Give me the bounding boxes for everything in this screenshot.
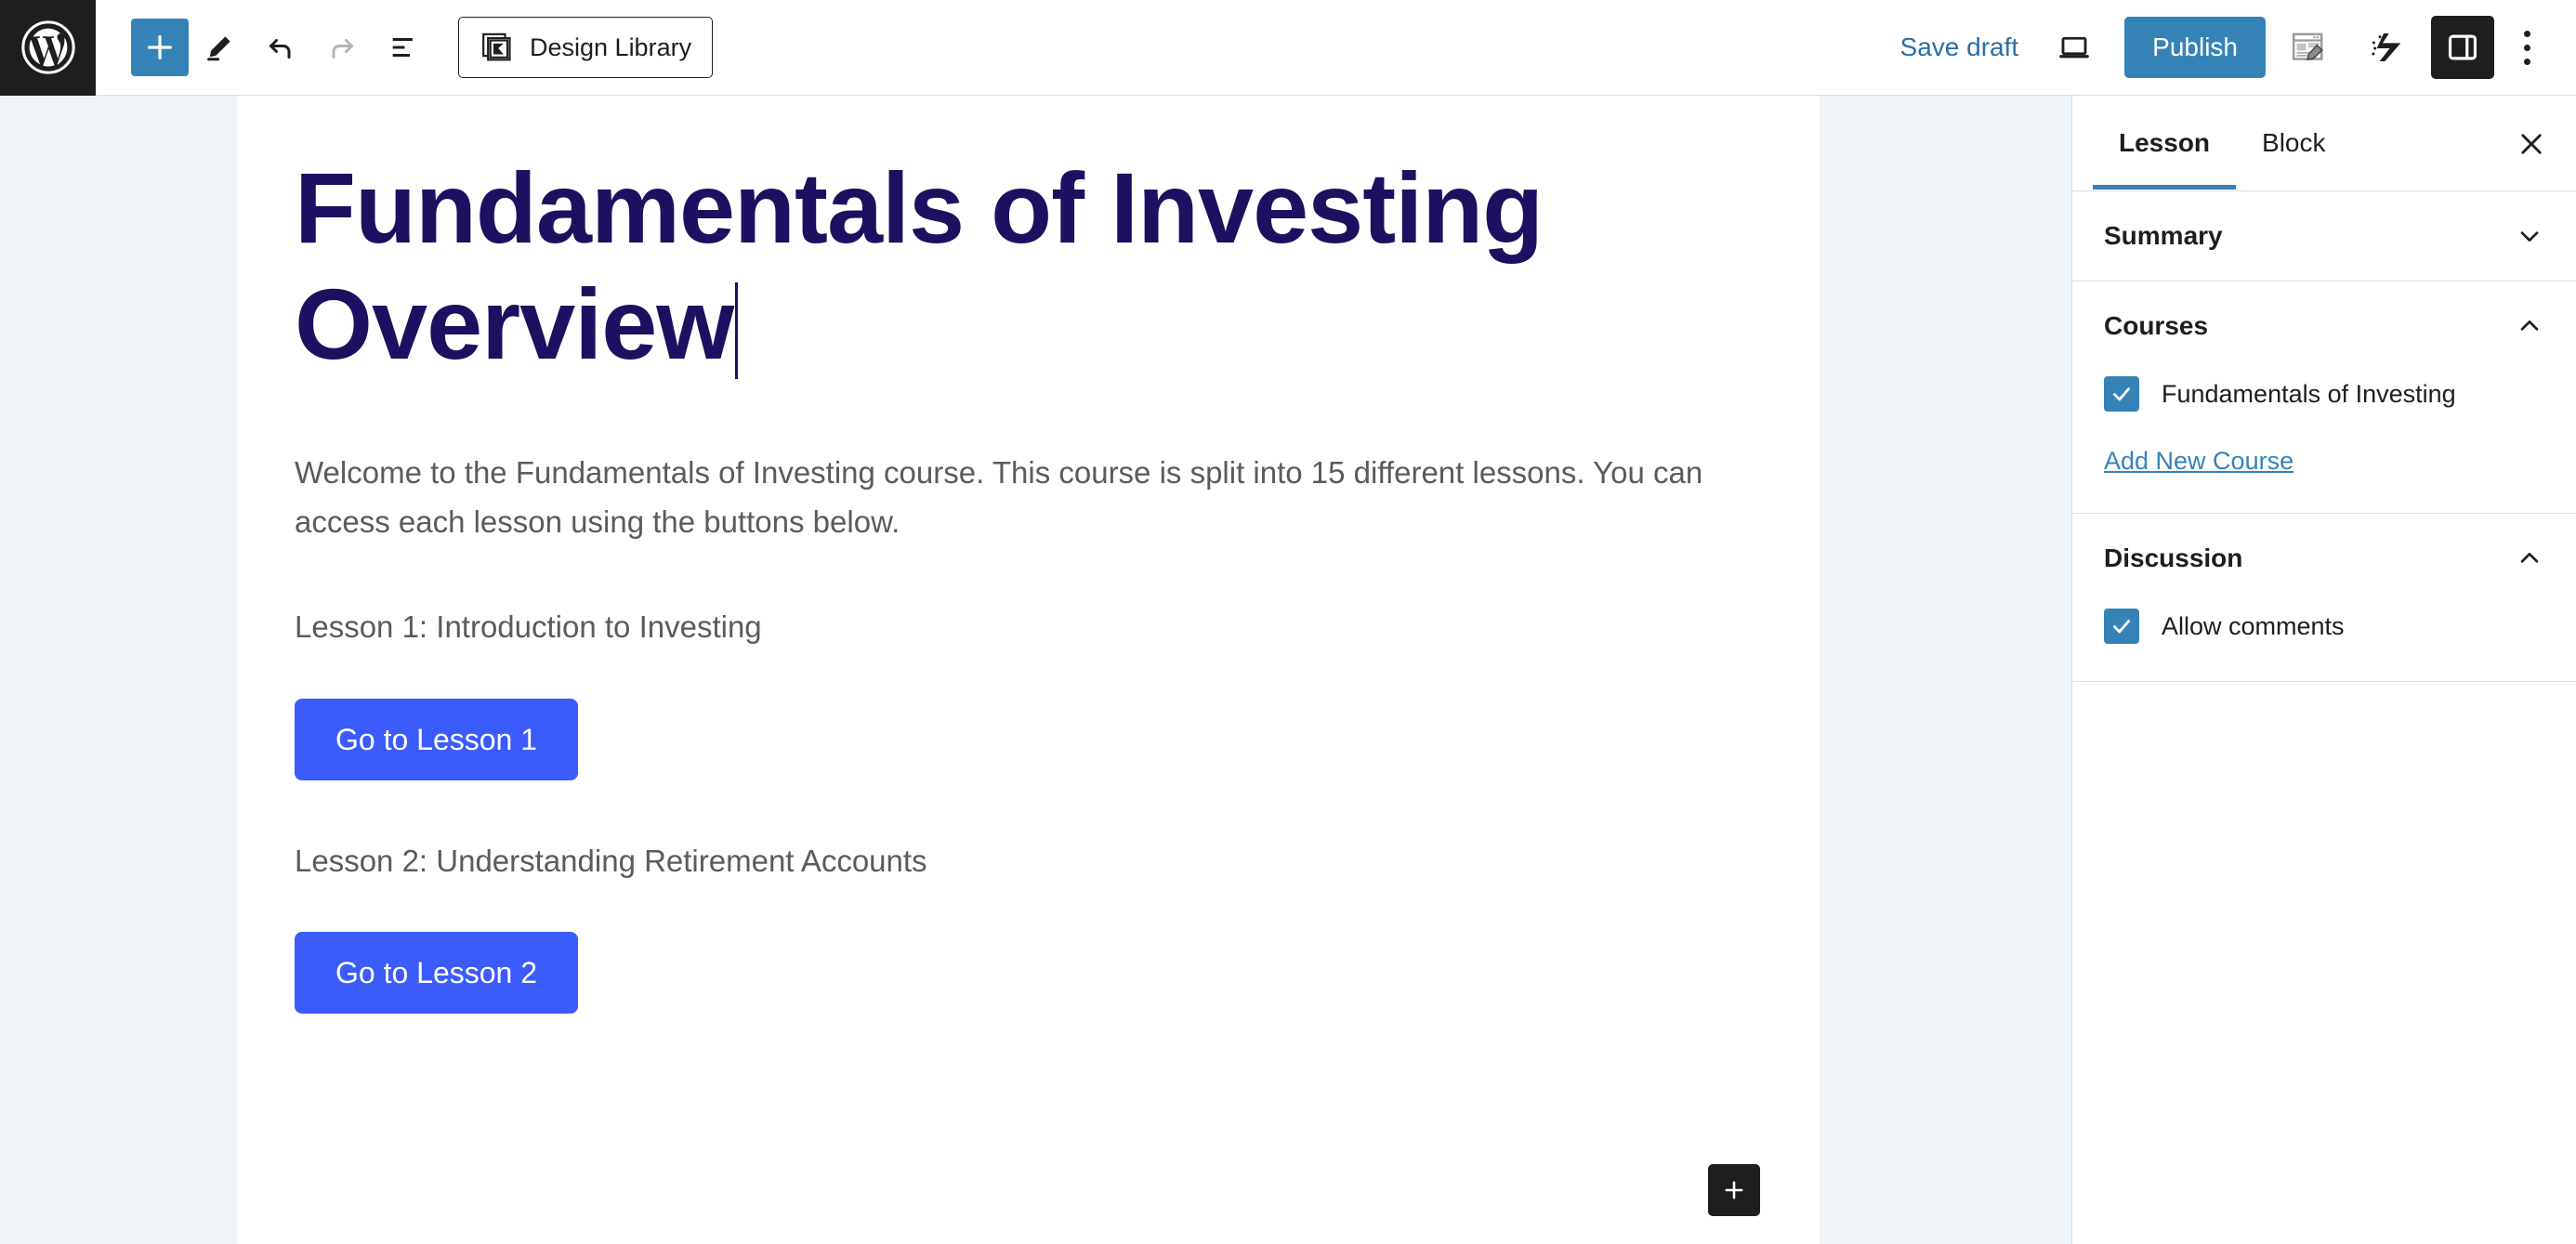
close-sidebar-button[interactable] [2511, 124, 2552, 164]
chevron-down-icon [2515, 221, 2544, 251]
toolbar-right-group: Save draft Publish [1878, 14, 2576, 81]
list-view-icon [392, 38, 413, 57]
panel-summary: Summary [2072, 191, 2576, 282]
allow-comments-checkbox[interactable] [2104, 609, 2139, 644]
three-dots-vertical-icon [2523, 27, 2530, 69]
chevron-up-icon [2515, 543, 2544, 573]
plus-icon [148, 35, 172, 59]
allow-comments-row[interactable]: Allow comments [2104, 609, 2544, 644]
panel-courses-header[interactable]: Courses [2072, 282, 2576, 371]
kadence-logo-icon [2372, 33, 2401, 61]
panel-summary-title: Summary [2104, 221, 2223, 250]
sidebar-tab-bar: Lesson Block [2072, 96, 2576, 191]
settings-sidebar: Lesson Block Summary Courses Fundamental… [2071, 96, 2576, 1244]
panel-discussion: Discussion Allow comments [2072, 514, 2576, 682]
editor-body: Fundamentals of Investing Overview Welco… [0, 96, 2576, 1244]
redo-arrow-icon [332, 39, 353, 59]
go-to-lesson-2-button[interactable]: Go to Lesson 2 [295, 932, 579, 1015]
block-appender-button[interactable] [1708, 1164, 1760, 1216]
tab-lesson[interactable]: Lesson [2093, 97, 2237, 190]
post-title-text: Fundamentals of Investing Overview [295, 151, 1544, 381]
text-caret [735, 282, 739, 380]
list-view-button[interactable] [373, 17, 434, 78]
allow-comments-label: Allow comments [2162, 611, 2345, 640]
post-edit-button[interactable] [2271, 14, 2346, 81]
panel-courses-body: Fundamentals of Investing Add New Course [2072, 376, 2576, 513]
checkmark-icon [2113, 620, 2130, 634]
post-title[interactable]: Fundamentals of Investing Overview [295, 150, 1744, 383]
publish-button[interactable]: Publish [2124, 17, 2266, 78]
lesson-1-label-block[interactable]: Lesson 1: Introduction to Investing [295, 604, 1762, 650]
panel-courses-title: Courses [2104, 311, 2209, 340]
design-library-icon [482, 33, 511, 61]
tools-pencil-button[interactable] [189, 17, 250, 78]
panel-discussion-header[interactable]: Discussion [2072, 514, 2576, 603]
redo-button[interactable] [311, 17, 373, 78]
editor-top-toolbar: Design Library Save draft Publish [0, 0, 2576, 96]
design-library-label: Design Library [530, 33, 692, 61]
panel-summary-header[interactable]: Summary [2072, 191, 2576, 281]
save-draft-button[interactable]: Save draft [1878, 17, 2042, 78]
more-options-button[interactable] [2498, 14, 2556, 81]
kadence-button[interactable] [2351, 14, 2425, 81]
close-x-icon [2521, 134, 2542, 154]
course-checkbox-row[interactable]: Fundamentals of Investing [2104, 376, 2544, 412]
checkmark-icon [2113, 387, 2130, 401]
design-library-button[interactable]: Design Library [458, 17, 714, 78]
wordpress-logo-button[interactable] [0, 0, 96, 96]
sidebar-toggle-icon [2448, 34, 2477, 60]
course-checkbox[interactable] [2104, 376, 2139, 412]
undo-arrow-icon [269, 39, 291, 59]
panel-discussion-body: Allow comments [2072, 609, 2576, 681]
post-edit-icon [2292, 33, 2323, 61]
add-new-course-link[interactable]: Add New Course [2104, 447, 2293, 476]
go-to-lesson-1-button[interactable]: Go to Lesson 1 [295, 698, 579, 780]
panel-discussion-title: Discussion [2104, 543, 2243, 572]
post-canvas[interactable]: Fundamentals of Investing Overview Welco… [237, 96, 1820, 1244]
pencil-icon [207, 36, 230, 61]
plus-icon [1725, 1181, 1743, 1199]
post-content-area: Fundamentals of Investing Overview Welco… [237, 96, 1820, 1015]
add-block-button[interactable] [131, 19, 189, 76]
lesson-2-label-block[interactable]: Lesson 2: Understanding Retirement Accou… [295, 838, 1762, 884]
tab-block[interactable]: Block [2236, 97, 2351, 190]
panel-courses: Courses Fundamentals of Investing Add Ne… [2072, 282, 2576, 514]
toolbar-left-group: Design Library [131, 17, 714, 78]
settings-sidebar-toggle-button[interactable] [2431, 16, 2494, 79]
wordpress-logo-icon [20, 20, 75, 74]
desktop-preview-icon [2059, 36, 2089, 59]
intro-paragraph-block[interactable]: Welcome to the Fundamentals of Investing… [295, 448, 1754, 547]
preview-button[interactable] [2041, 17, 2108, 78]
course-checkbox-label: Fundamentals of Investing [2162, 379, 2456, 408]
undo-button[interactable] [250, 17, 311, 78]
chevron-up-icon [2515, 311, 2544, 341]
